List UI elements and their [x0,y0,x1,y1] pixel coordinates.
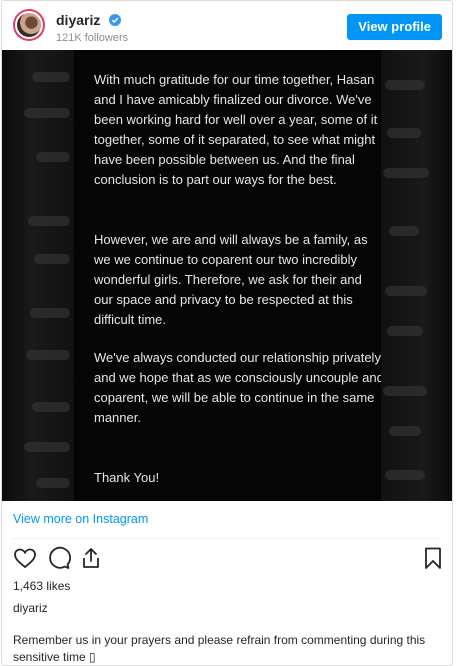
blurred-edge-left [2,50,74,501]
statement-paragraph: However, we are and will always be a fam… [94,232,368,327]
statement-text-panel: With much gratitude for our time togethe… [74,50,384,501]
statement-paragraph: With much gratitude for our time togethe… [94,72,378,187]
comment-icon[interactable] [47,546,71,570]
caption-text: Remember us in your prayers and please r… [13,633,426,664]
post-image[interactable]: With much gratitude for our time togethe… [2,50,452,501]
post-header: diyariz 121K followers View profile [2,1,452,50]
likes-count[interactable]: 1,463 likes [13,579,70,593]
followers-count: 121K followers [56,32,129,44]
bookmark-icon[interactable] [421,546,445,570]
divider [13,538,441,539]
user-block: diyariz 121K followers [56,11,128,44]
username[interactable]: diyariz [56,12,100,28]
avatar[interactable] [13,9,45,41]
view-more-link[interactable]: View more on Instagram [13,512,148,526]
blurred-edge-right [381,50,452,501]
statement-paragraph: We've always conducted our relationship … [94,350,384,425]
heart-icon[interactable] [13,546,37,570]
caption-author[interactable]: diyariz [13,601,48,615]
statement-paragraph: Thank You! [94,470,160,485]
instagram-embed-card: diyariz 121K followers View profile With [1,0,453,666]
share-icon[interactable] [79,546,103,570]
verified-badge-icon [108,13,121,26]
view-profile-button[interactable]: View profile [347,14,442,40]
avatar-image [15,11,43,39]
